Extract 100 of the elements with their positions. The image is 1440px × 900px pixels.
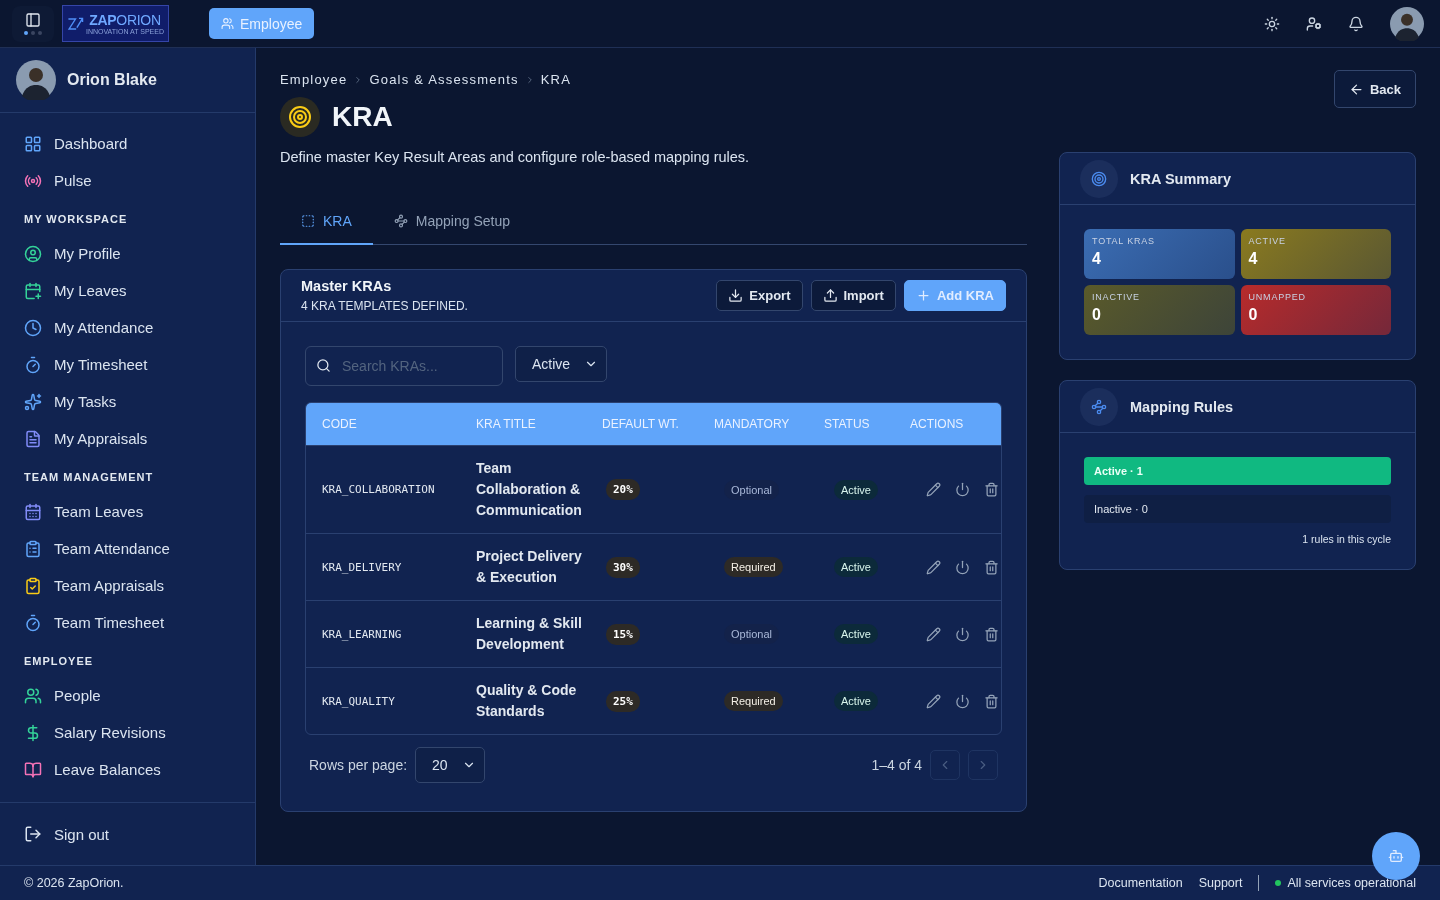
status-dot xyxy=(1275,880,1282,886)
toggle-button[interactable] xyxy=(955,559,970,575)
sidebar-item[interactable]: My Leaves xyxy=(8,272,247,309)
book-icon xyxy=(24,760,42,779)
breadcrumb-link[interactable]: Employee xyxy=(280,72,348,87)
toggle-button[interactable] xyxy=(955,482,970,497)
sidebar-item[interactable]: My Timesheet xyxy=(8,346,247,383)
plus-icon xyxy=(915,288,931,303)
user-avatar xyxy=(16,60,56,100)
column-header: STATUS xyxy=(824,417,871,431)
logout-icon xyxy=(24,825,42,843)
user-settings-button[interactable] xyxy=(1306,15,1322,32)
stat-label: INACTIVE xyxy=(1092,292,1141,302)
kra-code: KRA_LEARNING xyxy=(322,627,403,641)
tab[interactable]: Mapping Setup xyxy=(372,199,531,245)
delete-button[interactable] xyxy=(984,626,999,642)
bell-icon xyxy=(1348,15,1364,32)
trash-icon xyxy=(984,693,999,709)
status-badge: Active xyxy=(834,557,878,577)
weight-badge: 25% xyxy=(606,690,640,712)
delete-button[interactable] xyxy=(984,559,999,575)
trash-icon xyxy=(984,626,999,642)
people-icon xyxy=(24,686,42,705)
card-title: Master KRAs xyxy=(301,278,393,294)
edit-button[interactable] xyxy=(926,482,941,497)
status-badge: Active xyxy=(834,624,878,644)
sidebar-item[interactable]: Pulse xyxy=(8,162,247,199)
pencil-icon xyxy=(926,559,941,575)
edit-button[interactable] xyxy=(926,559,941,575)
footer-link[interactable]: Documentation xyxy=(1098,876,1183,890)
panel-title: Mapping Rules xyxy=(1130,398,1234,415)
sidebar-item[interactable]: Team Leaves xyxy=(8,493,247,530)
edit-button[interactable] xyxy=(926,693,941,709)
clock-icon xyxy=(24,318,42,337)
status-filter-select[interactable]: Active xyxy=(515,346,608,382)
stat-value: 0 xyxy=(1092,306,1102,324)
stat-label: ACTIVE xyxy=(1248,236,1287,246)
user-name: Orion Blake xyxy=(67,71,157,89)
sidebar-item[interactable]: Team Attendance xyxy=(8,530,247,567)
card-subtitle: 4 KRA TEMPLATES DEFINED. xyxy=(301,299,468,313)
sidebar-item[interactable]: Dashboard xyxy=(8,125,247,162)
user-avatar xyxy=(1390,6,1424,41)
stat-label: TOTAL KRAS xyxy=(1092,236,1156,246)
sidebar-item[interactable]: Leave Balances xyxy=(8,751,247,788)
target-icon xyxy=(1080,159,1118,198)
assistant-button[interactable] xyxy=(1372,832,1420,880)
sidebar-item[interactable]: Team Appraisals xyxy=(8,567,247,604)
column-header: DEFAULT WT. xyxy=(602,417,680,431)
sidebar-item[interactable]: My Appraisals xyxy=(8,420,247,457)
sidebar-item[interactable]: Team Timesheet xyxy=(8,604,247,641)
delete-button[interactable] xyxy=(984,693,999,709)
toggle-button[interactable] xyxy=(955,626,970,642)
robot-icon xyxy=(1388,848,1404,864)
page-title: KRA xyxy=(332,101,393,133)
toggle-button[interactable] xyxy=(955,693,970,709)
sidebar-item[interactable]: My Attendance xyxy=(8,309,247,346)
back-button[interactable]: Back xyxy=(1333,70,1416,108)
stat-value: 4 xyxy=(1248,250,1259,268)
weight-badge: 15% xyxy=(606,623,640,645)
breadcrumb-link[interactable]: KRA xyxy=(540,72,571,87)
sidebar-item[interactable]: Salary Revisions xyxy=(8,714,247,751)
edit-button[interactable] xyxy=(926,626,941,642)
sidebar-toggle-button[interactable] xyxy=(12,5,54,42)
kra-title: Project Delivery & Execution xyxy=(476,547,583,587)
kra-code: KRA_QUALITY xyxy=(322,694,396,708)
calendar-icon xyxy=(24,502,42,521)
sidebar-item[interactable]: My Profile xyxy=(8,235,247,272)
section-heading: EMPLOYEE xyxy=(23,654,95,669)
export-button[interactable]: Export xyxy=(716,280,803,311)
page-range: 1–4 of 4 xyxy=(871,757,922,773)
section-heading: MY WORKSPACE xyxy=(23,212,129,227)
delete-button[interactable] xyxy=(984,482,999,497)
sun-icon xyxy=(1264,15,1280,32)
kra-code: KRA_DELIVERY xyxy=(322,560,403,574)
power-icon xyxy=(955,559,970,575)
sidebar-item[interactable]: My Tasks xyxy=(8,383,247,420)
footer-link[interactable]: Support xyxy=(1198,876,1243,890)
clipboard-check-icon xyxy=(24,576,42,595)
breadcrumb-link[interactable]: Goals & Assessments xyxy=(369,72,519,87)
power-icon xyxy=(955,482,970,497)
timer-icon xyxy=(24,613,42,632)
trash-icon xyxy=(984,482,999,497)
import-button[interactable]: Import xyxy=(810,280,896,311)
user-gear-icon xyxy=(1306,15,1322,32)
upload-icon xyxy=(822,288,838,303)
calendar-icon xyxy=(24,281,42,300)
panel-title: KRA Summary xyxy=(1130,170,1231,187)
rows-per-page-select[interactable]: 20 xyxy=(415,747,485,783)
mandatory-badge: Required xyxy=(724,557,783,577)
theme-button[interactable] xyxy=(1264,15,1280,32)
clipboard-icon xyxy=(24,539,42,558)
rows-per-page-label: Rows per page: xyxy=(309,757,408,773)
search-field[interactable]: Search KRAs... xyxy=(305,346,503,386)
rules-note: 1 rules in this cycle xyxy=(1302,533,1391,545)
notifications-button[interactable] xyxy=(1348,15,1364,32)
tab[interactable]: KRA xyxy=(280,199,373,245)
sidebar-item[interactable]: People xyxy=(8,677,247,714)
status-badge: Active xyxy=(834,479,878,500)
power-icon xyxy=(955,626,970,642)
column-header: MANDATORY xyxy=(714,417,791,431)
